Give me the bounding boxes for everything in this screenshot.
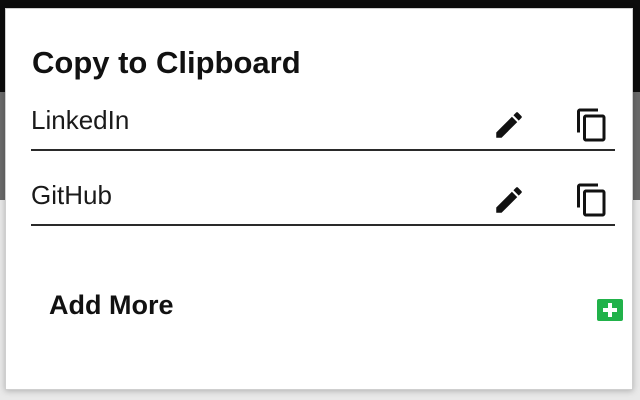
list-item-label: GitHub (31, 180, 112, 210)
plus-square-icon (597, 299, 623, 321)
edit-button[interactable] (491, 182, 527, 218)
list-item-github: GitHub (31, 174, 615, 226)
list-item-linkedin: LinkedIn (31, 99, 615, 151)
pencil-icon (496, 112, 522, 138)
copy-icon (577, 108, 606, 142)
copy-button[interactable] (574, 107, 610, 143)
popup-title: Copy to Clipboard (32, 45, 301, 80)
edit-button[interactable] (491, 107, 527, 143)
list-item-label: LinkedIn (31, 105, 130, 135)
add-more-label: Add More (49, 290, 174, 320)
copy-button[interactable] (574, 182, 610, 218)
add-more-button[interactable] (596, 298, 624, 322)
copy-icon (577, 183, 606, 217)
pencil-icon (496, 187, 522, 213)
copy-to-clipboard-popup: Copy to Clipboard LinkedIn GitHub Add Mo… (5, 8, 633, 390)
